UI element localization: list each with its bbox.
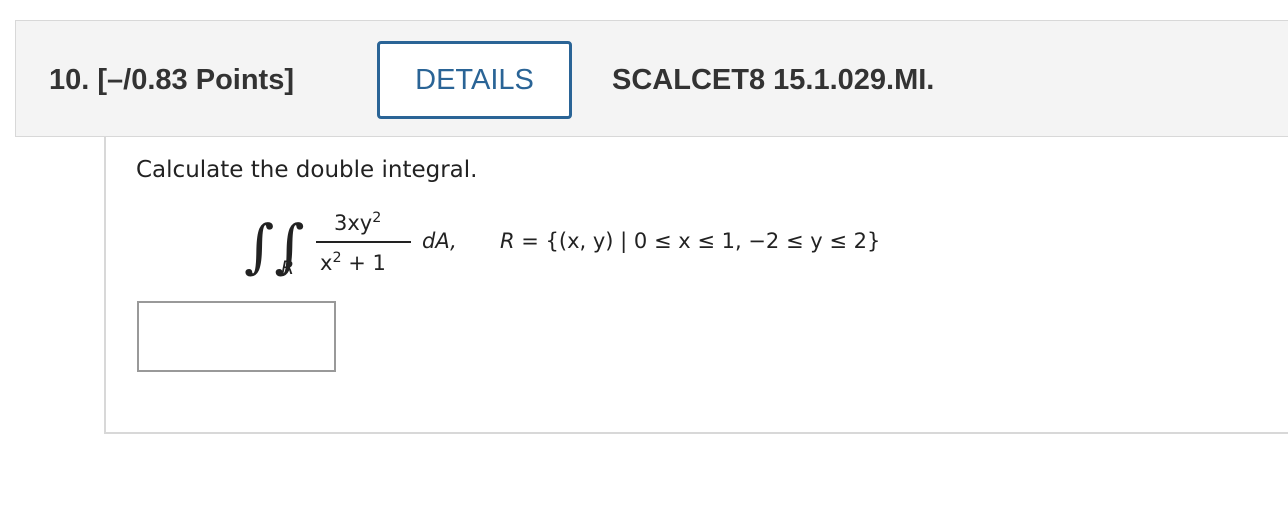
region-set: = {(x, y) | 0 ≤ x ≤ 1, −2 ≤ y ≤ 2} xyxy=(514,229,881,253)
denominator-tail: + 1 xyxy=(341,251,386,275)
points-label: [–/0.83 Points] xyxy=(97,64,295,96)
problem-id: SCALCET8 15.1.029.MI. xyxy=(612,64,935,96)
fraction-numerator: 3xy2 xyxy=(334,211,381,235)
numerator-exponent: 2 xyxy=(372,210,382,227)
differential: dA, xyxy=(422,229,457,253)
denominator-exponent: 2 xyxy=(332,250,342,267)
numerator-base: 3xy xyxy=(334,211,373,235)
answer-input[interactable] xyxy=(137,301,336,372)
details-button[interactable]: DETAILS xyxy=(377,41,572,119)
denominator-base: x xyxy=(320,251,333,275)
question-number: 10. xyxy=(49,64,90,96)
question-body: Calculate the double integral. ∫∫ R 3xy2… xyxy=(104,137,1288,434)
fraction-bar xyxy=(316,241,411,243)
double-integral-formula: ∫∫ R 3xy2 x2 + 1 dA, R = {(x, y) | 0 ≤ x… xyxy=(106,137,1288,434)
question-header: 10. [–/0.83 Points] DETAILS SCALCET8 15.… xyxy=(15,20,1288,137)
region-definition: R = {(x, y) | 0 ≤ x ≤ 1, −2 ≤ y ≤ 2} xyxy=(500,229,880,253)
fraction-denominator: x2 + 1 xyxy=(320,251,386,275)
double-integral-symbol: ∫∫ xyxy=(244,212,305,280)
question-points: 10. [–/0.83 Points] xyxy=(49,64,294,97)
region-name: R xyxy=(500,229,515,253)
question-page: 10. [–/0.83 Points] DETAILS SCALCET8 15.… xyxy=(0,0,1288,520)
integral-region-subscript: R xyxy=(281,257,295,279)
